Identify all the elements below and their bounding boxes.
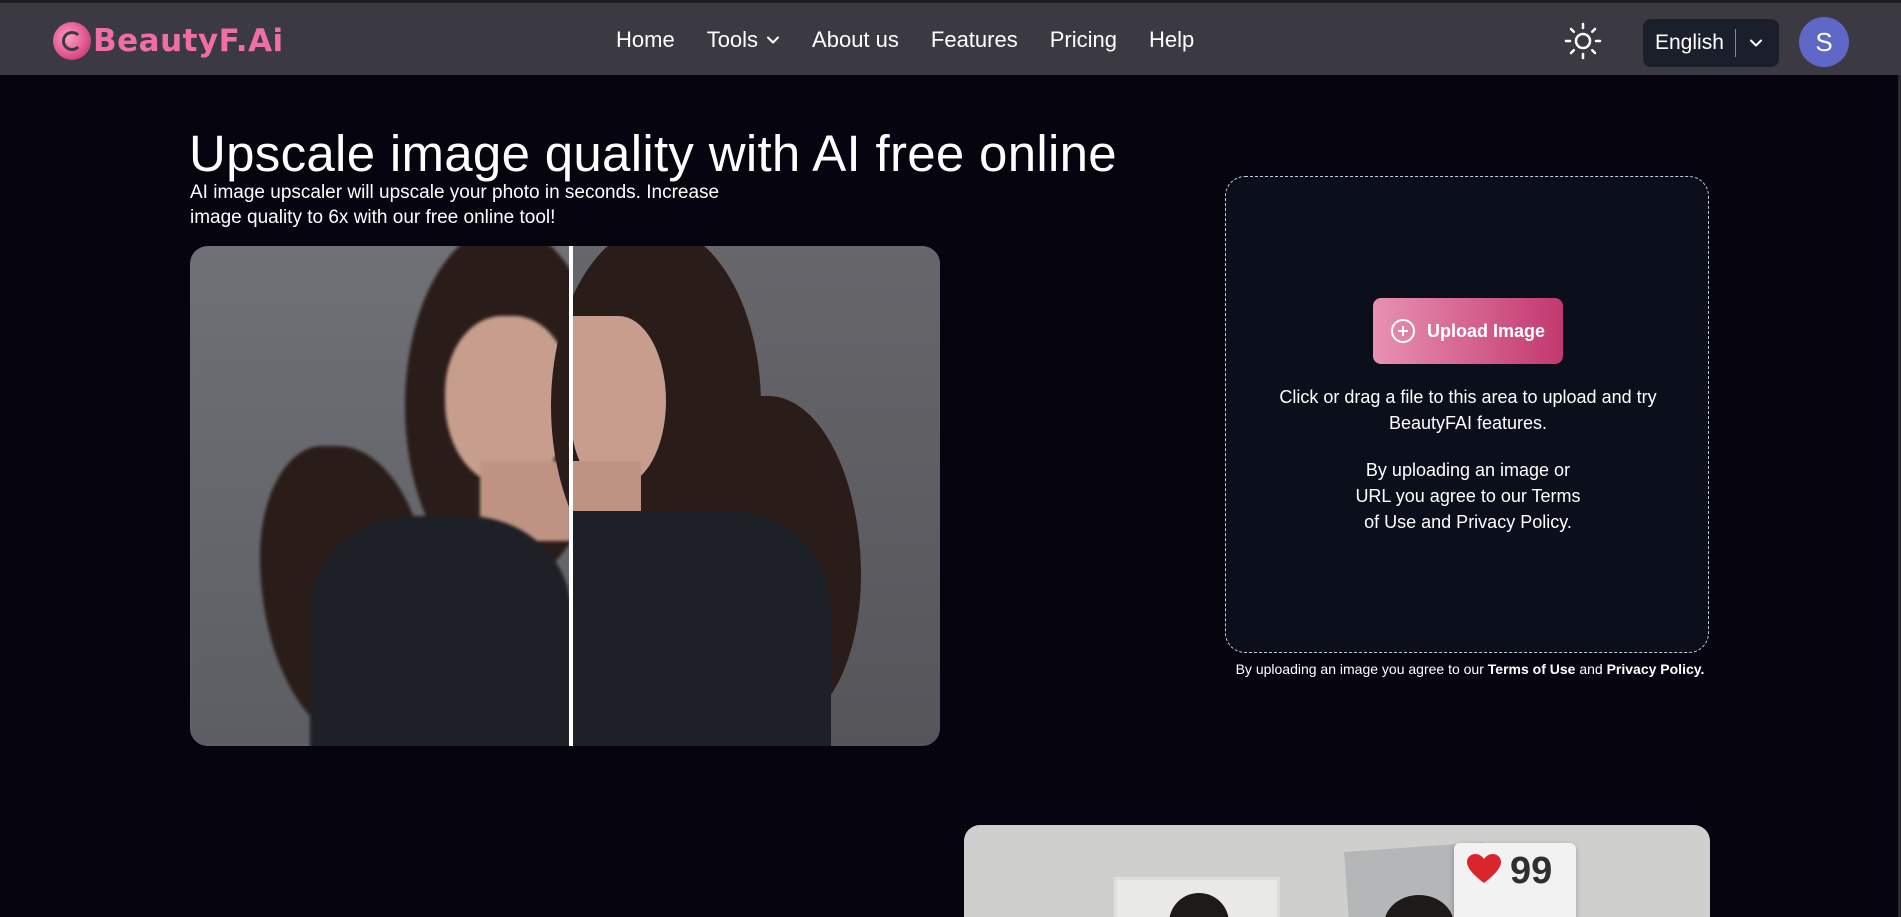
nav-item-pricing[interactable]: Pricing: [1050, 27, 1117, 53]
sun-icon[interactable]: [1563, 21, 1603, 61]
feature-preview-image: 99: [964, 825, 1710, 917]
site-header: BeautyF.Ai Home Tools About us Features …: [0, 3, 1901, 75]
main-nav: Home Tools About us Features Pricing Hel…: [616, 27, 1226, 53]
like-card: 99: [1454, 843, 1576, 917]
brand-logo[interactable]: BeautyF.Ai: [53, 21, 284, 61]
language-label: English: [1655, 31, 1724, 54]
nav-item-label: Pricing: [1049, 27, 1117, 52]
terms-note-conjunction: and: [1579, 661, 1603, 677]
avatar[interactable]: S: [1799, 17, 1849, 67]
privacy-policy-link[interactable]: Privacy Policy.: [1607, 661, 1705, 677]
terms-note-prefix: By uploading an image you agree to our: [1235, 661, 1484, 677]
upload-hint: Click or drag a file to this area to upl…: [1279, 387, 1657, 433]
language-select[interactable]: English: [1643, 19, 1779, 67]
upload-terms-text: By uploading an image or URL you agree t…: [1355, 460, 1581, 532]
upload-image-button[interactable]: Upload Image: [1373, 298, 1563, 364]
heart-icon: [1467, 854, 1501, 883]
comparison-slider-handle[interactable]: [569, 246, 573, 746]
nav-item-label: Tools: [706, 27, 759, 52]
language-divider: [1735, 29, 1736, 57]
page-subtitle: AI image upscaler will upscale your phot…: [190, 182, 720, 228]
brand-logo-icon: [53, 22, 91, 60]
upload-dropzone[interactable]: Upload Image Click or drag a file to thi…: [1225, 176, 1709, 653]
nav-item-home[interactable]: Home: [616, 27, 675, 53]
nav-item-label: Help: [1148, 27, 1195, 52]
nav-item-features[interactable]: Features: [931, 27, 1018, 53]
nav-item-label: Features: [930, 27, 1018, 52]
nav-item-tools[interactable]: Tools: [707, 27, 780, 53]
after-image: [551, 246, 940, 746]
upload-button-label: Upload Image: [1426, 320, 1546, 341]
chevron-down-icon: [767, 36, 780, 44]
before-image: [190, 246, 605, 746]
nav-item-label: Home: [616, 27, 675, 52]
nav-item-about-us[interactable]: About us: [812, 27, 899, 53]
page-title: Upscale image quality with AI free onlin…: [189, 125, 1117, 182]
nav-item-label: About us: [812, 27, 899, 52]
brand-name: BeautyF.Ai: [93, 23, 284, 59]
like-count: 99: [1510, 850, 1553, 892]
terms-note: By uploading an image you agree to our T…: [1225, 659, 1715, 680]
nav-item-help[interactable]: Help: [1149, 27, 1194, 53]
terms-of-use-link[interactable]: Terms of Use: [1488, 661, 1576, 677]
chevron-down-icon: [1750, 39, 1762, 47]
before-after-comparison[interactable]: [190, 246, 940, 746]
plus-circle-icon: [1390, 319, 1415, 343]
